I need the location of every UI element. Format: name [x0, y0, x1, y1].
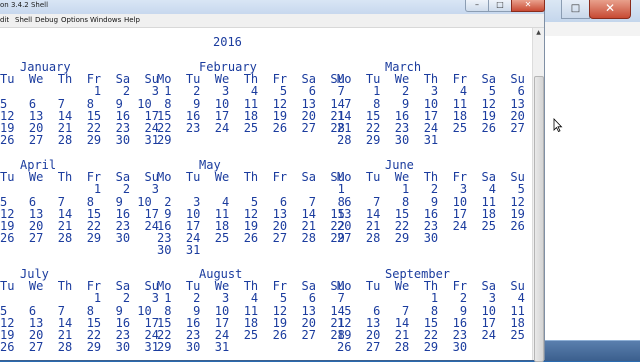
month-name: March: [385, 60, 422, 74]
week-row: 16 17 18 19 20 21 22: [157, 219, 345, 233]
week-row: 26 27 28 29 30: [0, 231, 131, 246]
close-button[interactable]: ✕: [511, 0, 545, 12]
week-row: 27 28 29 30: [337, 231, 439, 246]
week-row: 1 2 3 4 5: [337, 182, 525, 197]
calendar-year: 2016: [213, 35, 242, 49]
minimize-button[interactable]: –: [465, 0, 489, 12]
week-row: 5 6 7 8 9 10: [0, 194, 152, 209]
scroll-up-arrow-icon[interactable]: ▲: [533, 28, 544, 38]
month-name: May: [199, 158, 221, 172]
week-row: 15 16 17 18 19 20 21: [157, 315, 345, 330]
scroll-thumb[interactable]: [534, 76, 544, 362]
weekday-header: Mo Tu We Th Fr Sa Su: [337, 170, 525, 185]
week-row: 29 30 31: [157, 340, 230, 355]
month-name: January: [20, 60, 71, 74]
mouse-pointer-icon: [553, 118, 563, 132]
week-row: 14 15 16 17 18 19 20: [337, 108, 525, 123]
weekday-header: Mo Tu We Th Fr Sa Su: [337, 279, 525, 294]
week-row: 12 13 14 15 16 17: [0, 315, 159, 330]
week-row: 6 7 8 9 10 11 12: [337, 194, 525, 209]
background-menubar: [541, 22, 640, 37]
weekday-header: Tu We Th Fr Sa Su: [0, 72, 159, 87]
weekday-header: Tu We Th Fr Sa Su: [0, 279, 159, 294]
system-info-line: (none): [600, 317, 617, 324]
week-row: 1: [157, 182, 345, 197]
week-row: 2 3 4 5 6 7 8: [157, 194, 345, 209]
month-name: February: [199, 60, 257, 74]
system-info-line: (none): [600, 303, 617, 310]
week-row: 1 2 3 4 5 6: [337, 84, 525, 99]
system-info-line: 172.31.15.36: [600, 310, 634, 317]
week-row: 5 6 7 8 9 10: [0, 303, 152, 318]
system-info-line: LAPTOP09604: [600, 267, 636, 273]
menu-windows[interactable]: Windows: [90, 16, 121, 24]
week-row: 26 27 28 29 30 31: [0, 340, 159, 355]
system-info-line: EC-F4-BB-64-A: [600, 324, 637, 331]
weekday-header: Mo Tu We Th Fr Sa Su: [157, 72, 345, 87]
menu-bar: dit Shell Debug Options Windows Help: [0, 14, 544, 28]
week-row: 8 9 10 11 12 13 14: [157, 303, 345, 318]
background-maximize-button[interactable]: □: [561, 0, 590, 19]
week-row: 26 27 28 29 30: [337, 340, 468, 355]
week-row: 23 24 25 26 27 28 29: [157, 231, 345, 246]
maximize-button[interactable]: □: [488, 0, 512, 12]
week-row: 5 6 7 8 9 10: [0, 96, 152, 111]
week-row: 19 20 21 22 23 24: [0, 328, 159, 342]
week-row: 15 16 17 18 19 20 21: [157, 108, 345, 123]
week-row: 7 8 9 10 11 12 13: [337, 96, 525, 111]
month-name: April: [20, 158, 57, 172]
month-name: July: [20, 267, 49, 281]
week-row: 19 20 21 22 23 24: [0, 121, 159, 135]
system-info-line: ADP006: [600, 288, 620, 295]
system-info-line: CWCMIS: [600, 295, 621, 302]
month-name: August: [199, 267, 243, 281]
week-row: 8 9 10 11 12 13 14: [157, 96, 345, 111]
menu-help[interactable]: Help: [124, 16, 140, 24]
week-row: 1 2 3 4 5 6 7: [157, 84, 345, 99]
background-close-button[interactable]: ✕: [589, 0, 631, 19]
system-info-line: CWCMIS: [600, 281, 621, 288]
week-row: 30 31: [157, 243, 201, 258]
menu-shell[interactable]: Shell: [15, 16, 32, 24]
window-title: on 3.4.2 Shell: [0, 1, 49, 9]
week-row: 20 21 22 23 24 25 26: [337, 219, 525, 233]
week-row: 28 29 30 31: [337, 133, 439, 148]
window-titlebar[interactable]: on 3.4.2 Shell – □ ✕: [0, 0, 545, 14]
week-row: 9 10 11 12 13 14 15: [157, 206, 345, 221]
week-row: 1 2 3: [0, 182, 159, 197]
menu-edit[interactable]: dit: [0, 16, 9, 24]
week-row: 12 13 14 15 16 17: [0, 206, 159, 221]
week-row: 12 13 14 15 16 17 18: [337, 315, 525, 330]
week-row: 1 2 3 4: [337, 291, 525, 306]
week-row: 21 22 23 24 25 26 27: [337, 121, 525, 135]
menu-options[interactable]: Options: [61, 16, 88, 24]
weekday-header: Mo Tu We Th Fr Sa Su: [337, 72, 525, 87]
week-row: 1 2 3: [0, 84, 159, 99]
week-row: 22 23 24 25 26 27 28: [157, 328, 345, 342]
weekday-header: Tu We Th Fr Sa Su: [0, 170, 159, 185]
week-row: 12 13 14 15 16 17: [0, 108, 159, 123]
week-row: 1 2 3 4 5 6 7: [157, 291, 345, 306]
vertical-scrollbar[interactable]: ▲: [532, 28, 544, 362]
week-row: 22 23 24 25 26 27 28: [157, 121, 345, 135]
menu-debug[interactable]: Debug: [35, 16, 58, 24]
weekday-header: Mo Tu We Th Fr Sa Su: [157, 170, 345, 185]
week-row: 13 14 15 16 17 18 19: [337, 206, 525, 221]
week-row: 19 20 21 22 23 24 25: [337, 328, 525, 342]
week-row: 5 6 7 8 9 10 11: [337, 303, 525, 318]
week-row: 29: [157, 133, 172, 148]
month-name: June: [385, 158, 414, 172]
system-info-line: F8-16-54-AE-Z: [600, 331, 636, 338]
week-row: 1 2 3: [0, 291, 159, 306]
month-name: September: [385, 267, 451, 281]
week-row: 19 20 21 22 23 24: [0, 219, 159, 233]
idle-shell-window: on 3.4.2 Shell – □ ✕ dit Shell Debug Opt…: [0, 0, 545, 362]
system-info-line: paul oamen: [600, 274, 630, 281]
weekday-header: Mo Tu We Th Fr Sa Su: [157, 279, 345, 294]
week-row: 26 27 28 29 30 31: [0, 133, 159, 148]
